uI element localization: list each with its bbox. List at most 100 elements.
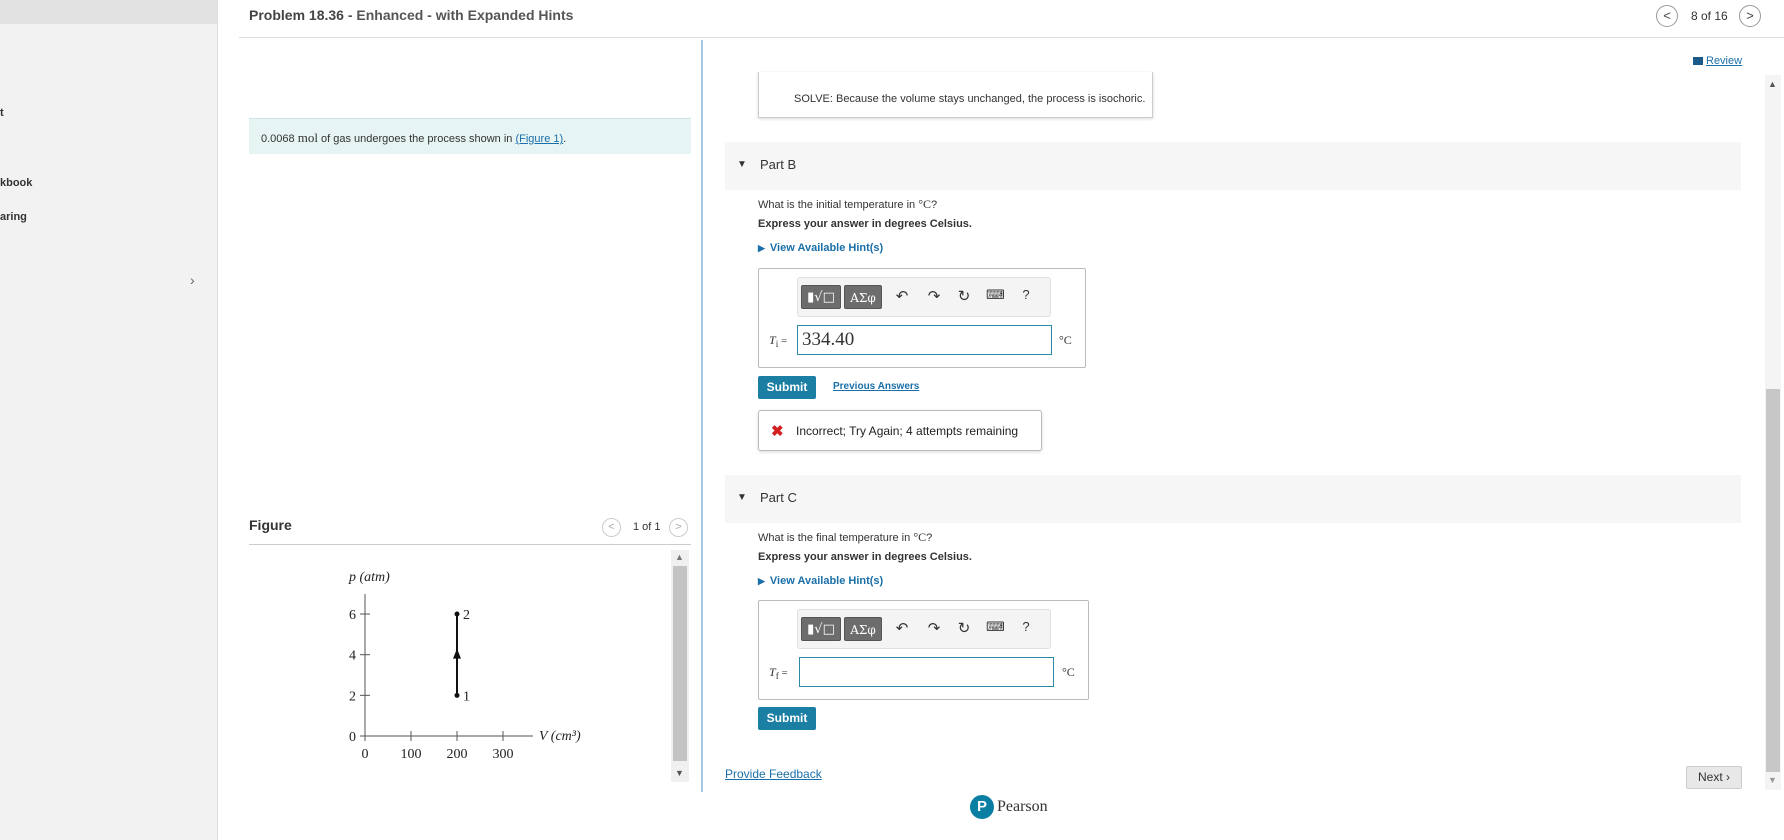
state-point (454, 611, 460, 617)
redo-icon[interactable]: ↷ (925, 287, 943, 305)
previous-problem-button[interactable]: < (1656, 5, 1678, 27)
sidebar-expand-chevron-icon[interactable]: › (190, 272, 195, 288)
scroll-up-icon[interactable]: ▲ (675, 552, 684, 562)
problem-pager: 8 of 16 (1691, 9, 1728, 23)
solve-text: SOLVE: Because the volume stays unchange… (794, 93, 1146, 105)
keyboard-icon[interactable]: ⌨ (986, 619, 1005, 635)
part-c-submit-button[interactable]: Submit (758, 707, 816, 730)
scroll-up-icon[interactable]: ▲ (1768, 79, 1777, 89)
part-c-variable: Tf = (769, 665, 788, 681)
undo-icon[interactable]: ↶ (893, 287, 911, 305)
part-b-answer-box: ▮√□ ΑΣφ ↶ ↷ ↻ ⌨ ? Ti = 334.40 °C (758, 268, 1086, 368)
part-b-submit-button[interactable]: Submit (758, 376, 816, 399)
y-axis-label: p (atm) (348, 570, 390, 585)
figure-label: Figure (249, 517, 292, 533)
part-b-instruction: Express your answer in degrees Celsius. (758, 218, 972, 230)
math-toolbar: ▮√□ ΑΣφ ↶ ↷ ↻ ⌨ ? (797, 277, 1051, 317)
figure-count: 1 of 1 (633, 521, 661, 533)
x-tick-label: 200 (447, 747, 468, 762)
sidebar-item-study-area[interactable]: aring (0, 211, 27, 223)
x-tick-label: 300 (493, 747, 514, 762)
keyboard-icon[interactable]: ⌨ (986, 287, 1005, 303)
problem-text: of gas undergoes the process shown in (321, 133, 513, 145)
question-mark: ? (931, 199, 938, 211)
reset-icon[interactable]: ↻ (955, 287, 973, 305)
x-tick-label: 100 (401, 747, 422, 762)
review-label: Review (1706, 55, 1743, 67)
caret-right-icon: ▶ (758, 243, 765, 253)
solve-hint-box: SOLVE: Because the volume stays unchange… (758, 72, 1153, 118)
scroll-down-icon[interactable]: ▼ (1768, 775, 1777, 785)
sidebar-item-etextbook[interactable]: kbook (0, 177, 32, 189)
main-scroll-thumb[interactable] (1766, 389, 1780, 772)
part-c-instruction: Express your answer in degrees Celsius. (758, 551, 972, 563)
feedback-message: Incorrect; Try Again; 4 attempts remaini… (796, 424, 1019, 438)
templates-button[interactable]: ▮√□ (801, 285, 841, 309)
y-tick-label: 2 (349, 689, 356, 704)
next-problem-button[interactable]: > (1739, 5, 1761, 27)
x-axis-label: V (cm³) (539, 729, 581, 744)
collapse-triangle-icon[interactable]: ▼ (737, 159, 747, 170)
part-b-answer-input[interactable]: 334.40 (797, 325, 1052, 355)
question-mark: ? (926, 532, 933, 544)
hint-label: View Available Hint(s) (769, 242, 884, 254)
templates-button[interactable]: ▮√□ (801, 617, 841, 641)
help-icon[interactable]: ? (1017, 287, 1035, 302)
part-c-header[interactable]: ▼ Part C (725, 475, 1741, 523)
part-c-answer-input[interactable] (799, 657, 1054, 687)
review-link[interactable]: Review (1693, 55, 1742, 67)
problem-subtitle: - Enhanced - with Expanded Hints (347, 7, 574, 23)
y-tick-label: 0 (349, 730, 356, 745)
part-c-label: Part C (760, 490, 797, 505)
question-text: What is the initial temperature in (758, 199, 916, 211)
pane-divider[interactable] (701, 40, 703, 792)
next-button[interactable]: Next › (1686, 766, 1742, 789)
part-b-header[interactable]: ▼ Part B (725, 142, 1741, 190)
part-b-question: What is the initial temperature in °C? (758, 197, 937, 212)
part-c-unit: °C (1062, 665, 1075, 679)
gas-amount: 0.0068 (261, 133, 295, 145)
figure-prev-button[interactable]: < (602, 518, 621, 537)
redo-icon[interactable]: ↷ (925, 619, 943, 637)
scroll-down-icon[interactable]: ▼ (675, 768, 684, 778)
x-tick-label: 0 (362, 747, 369, 762)
part-b-feedback: ✖ Incorrect; Try Again; 4 attempts remai… (758, 410, 1042, 451)
previous-answers-link[interactable]: Previous Answers (833, 381, 919, 392)
part-b-label: Part B (760, 157, 797, 172)
part-c-question: What is the final temperature in °C? (758, 530, 932, 545)
part-c-hints-link[interactable]: ▶ View Available Hint(s) (758, 575, 883, 587)
y-tick-label: 6 (349, 608, 356, 623)
part-b-hints-link[interactable]: ▶ View Available Hint(s) (758, 242, 883, 254)
process-arrow (453, 648, 461, 659)
equals-sign: = (781, 667, 788, 679)
help-icon[interactable]: ? (1017, 619, 1035, 634)
state-point (454, 692, 460, 698)
figure-scrollbar[interactable]: ▲ ▼ (671, 550, 689, 782)
incorrect-x-icon: ✖ (771, 423, 784, 440)
problem-title: Problem 18.36 - Enhanced - with Expanded… (249, 7, 573, 23)
question-unit: °C (918, 197, 932, 211)
part-c-answer-box: ▮√□ ΑΣφ ↶ ↷ ↻ ⌨ ? Tf = °C (758, 600, 1089, 700)
reset-icon[interactable]: ↻ (955, 619, 973, 637)
greek-symbols-button[interactable]: ΑΣφ (844, 617, 882, 641)
sidebar-item-1[interactable]: t (0, 107, 4, 119)
variable-symbol: T (769, 665, 776, 679)
pv-diagram: p (atm) V (cm³) 0 2 4 6 0 100 200 300 1 2 (348, 570, 581, 762)
undo-icon[interactable]: ↶ (893, 619, 911, 637)
variable-subscript: f (775, 671, 779, 682)
hint-label: View Available Hint(s) (769, 575, 884, 587)
figure-scroll-thumb[interactable] (673, 566, 687, 761)
greek-symbols-button[interactable]: ΑΣφ (844, 285, 882, 309)
question-text: What is the final temperature in (758, 532, 911, 544)
figure-link[interactable]: (Figure 1) (515, 133, 563, 145)
book-icon (1693, 57, 1703, 66)
figure-header: Figure < 1 of 1 > (249, 517, 691, 545)
variable-symbol: T (769, 333, 776, 347)
variable-subscript: i (775, 339, 779, 350)
main-scrollbar[interactable]: ▲ ▼ (1765, 75, 1781, 790)
provide-feedback-link[interactable]: Provide Feedback (725, 767, 822, 781)
course-sidebar: t kbook aring › (0, 0, 218, 840)
period: . (563, 133, 567, 145)
collapse-triangle-icon[interactable]: ▼ (737, 492, 747, 503)
figure-next-button[interactable]: > (669, 518, 688, 537)
